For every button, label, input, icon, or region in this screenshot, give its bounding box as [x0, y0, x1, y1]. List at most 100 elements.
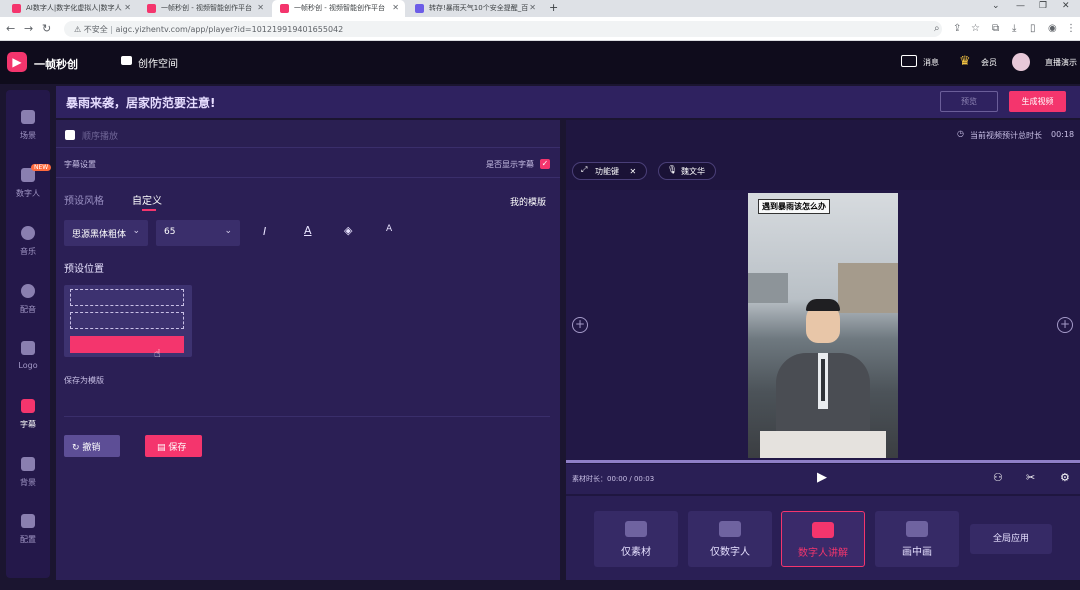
text-stroke-icon[interactable]: A [386, 224, 392, 234]
font-size-select[interactable]: 65 ⌄ [156, 220, 240, 246]
tab-custom[interactable]: 自定义 [132, 192, 162, 207]
tab-favicon-icon [415, 4, 424, 13]
duration-value: 00:18 [1051, 130, 1075, 139]
close-tab-icon[interactable]: ✕ [392, 3, 399, 12]
timeline-progress-bar[interactable] [566, 460, 1080, 463]
close-icon[interactable]: ✕ [630, 167, 637, 176]
text-color-icon[interactable]: A [304, 224, 312, 237]
mode-label: 仅素材 [621, 547, 651, 558]
video-caption: 遇到暴雨该怎么办 [758, 199, 830, 214]
extensions-icon[interactable]: ⧉ [992, 23, 999, 34]
show-subtitle-checkbox[interactable]: ✓ [540, 159, 550, 169]
sidebar-item-music[interactable]: 音乐 [6, 226, 50, 276]
mode-label: 仅数字人 [710, 547, 750, 558]
mode-picture-in-picture[interactable]: 画中画 [875, 511, 959, 567]
save-icon: ▤ [157, 443, 166, 453]
video-preview[interactable]: 遇到暴雨该怎么办 [748, 193, 898, 458]
profile-icon[interactable]: ◉ [1048, 23, 1057, 34]
duration-row: ◷ 当前视频预计总时长 00:18 [566, 120, 1080, 148]
project-title[interactable]: 暴雨来袭，居家防范要注意! [66, 94, 215, 111]
tab-preset-style[interactable]: 预设风格 [64, 192, 104, 207]
back-icon[interactable]: ← [6, 22, 15, 35]
browser-tab[interactable]: 转存!暴雨天气10个安全提醒_百 ✕ [407, 0, 542, 17]
workspace-link[interactable]: 创作空间 [138, 55, 178, 70]
window-collapse-icon[interactable]: ⌄ [992, 1, 1000, 11]
url-field[interactable]: ⚠ 不安全 | aigc.yizhentv.com/app/player?id=… [64, 21, 942, 37]
anchor-tie [821, 359, 825, 401]
position-slot-top[interactable] [70, 289, 184, 306]
close-tab-icon[interactable]: ✕ [529, 3, 536, 12]
minimize-icon[interactable]: — [1016, 1, 1025, 11]
my-template-link[interactable]: 我的模版 [510, 195, 546, 208]
order-play-checkbox[interactable] [65, 130, 75, 140]
new-badge: NEW [31, 164, 52, 171]
sidebar-item-background[interactable]: 背景 [6, 457, 50, 507]
position-slot-bottom-selected[interactable] [70, 336, 184, 353]
fill-color-icon[interactable]: ◈ [344, 224, 352, 237]
share-icon[interactable]: ⇪ [953, 23, 961, 34]
sidebar-item-label: 数字人 [16, 189, 40, 198]
close-window-icon[interactable]: ✕ [1062, 1, 1070, 11]
maximize-icon[interactable]: ❐ [1039, 1, 1047, 11]
sidebar-toggle-icon[interactable]: ▯ [1030, 23, 1036, 34]
replace-avatar-icon[interactable]: ⚇ [993, 471, 1003, 484]
new-tab-button[interactable]: + [549, 1, 558, 14]
sidebar-item-label: 场景 [20, 131, 36, 140]
browser-tab[interactable]: AI数字人|数字化虚拟人|数字人 ✕ [4, 0, 137, 17]
vip-crown-icon: ♛ [959, 54, 971, 69]
chip-speaker[interactable]: 🎙 魏文华 [658, 162, 716, 180]
browser-tab-active[interactable]: 一帧秒创 - 视频智能创作平台 ✕ [272, 0, 405, 17]
undo-button[interactable]: ↻ 撤销 [64, 435, 120, 457]
add-right-icon[interactable]: + [1057, 317, 1073, 333]
scissors-icon[interactable]: ✂ [1026, 471, 1035, 484]
sidebar-item-label: 字幕 [20, 420, 36, 429]
save-as-template-link[interactable]: 保存为模版 [64, 375, 104, 386]
bookmark-star-icon[interactable]: ☆ [971, 23, 980, 34]
close-tab-icon[interactable]: ✕ [124, 3, 131, 12]
preview-button[interactable]: 预览 [940, 91, 998, 112]
generate-video-button[interactable]: 生成视频 [1009, 91, 1066, 112]
chip-function-key[interactable]: ⤢ 功能键 ✕ [572, 162, 648, 180]
sidebar-item-logo[interactable]: Logo [6, 341, 50, 391]
undo-icon: ↻ [72, 443, 80, 453]
position-slot-middle[interactable] [70, 312, 184, 329]
building-shape [748, 273, 788, 303]
message-icon[interactable] [901, 55, 917, 67]
italic-icon[interactable]: I [263, 225, 266, 238]
mode-digital-human-explain[interactable]: 数字人讲解 [781, 511, 865, 567]
settings-gear-icon[interactable]: ⚙ [1060, 471, 1070, 484]
sidebar-item-label: 音乐 [20, 247, 36, 256]
reload-icon[interactable]: ↻ [42, 22, 51, 35]
order-play-row: 顺序播放 [56, 120, 560, 148]
live-demo-link[interactable]: 直播演示 [1045, 57, 1077, 68]
browser-tab[interactable]: 一帧秒创 - 视频智能创作平台 ✕ [139, 0, 270, 17]
order-play-label: 顺序播放 [82, 132, 119, 142]
member-link[interactable]: 会员 [981, 57, 997, 68]
tab-favicon-icon [147, 4, 156, 13]
subtitle-icon [21, 399, 35, 413]
mode-digital-human-only[interactable]: 仅数字人 [688, 511, 772, 567]
add-left-icon[interactable]: + [572, 317, 588, 333]
mode-label: 数字人讲解 [798, 548, 848, 559]
mode-material-only[interactable]: 仅素材 [594, 511, 678, 567]
forward-icon[interactable]: → [24, 22, 33, 35]
sidebar-item-scene[interactable]: 场景 [6, 110, 50, 160]
sidebar-item-voice[interactable]: 配音 [6, 284, 50, 334]
sidebar-item-config[interactable]: 配置 [6, 514, 50, 564]
save-label: 保存 [168, 443, 187, 453]
user-avatar[interactable] [1012, 53, 1030, 71]
sidebar-item-subtitle[interactable]: 字幕 [6, 399, 50, 449]
browser-menu-icon[interactable]: ⋮ [1066, 23, 1076, 34]
save-button[interactable]: ▤ 保存 [145, 435, 202, 457]
config-icon [21, 514, 35, 528]
explain-icon [812, 522, 834, 538]
sidebar-item-digital-human[interactable]: NEW 数字人 [6, 164, 52, 218]
zoom-icon[interactable]: ⌕ [934, 23, 940, 34]
play-icon[interactable]: ▶ [817, 470, 827, 485]
tab-label: AI数字人|数字化虚拟人|数字人 [26, 4, 122, 12]
font-family-select[interactable]: 思源黑体粗体 ⌄ [64, 220, 148, 246]
global-apply-button[interactable]: 全局应用 [970, 524, 1052, 554]
download-icon[interactable]: ⤓ [1012, 23, 1016, 34]
messages-link[interactable]: 消息 [923, 57, 939, 68]
close-tab-icon[interactable]: ✕ [257, 3, 264, 12]
